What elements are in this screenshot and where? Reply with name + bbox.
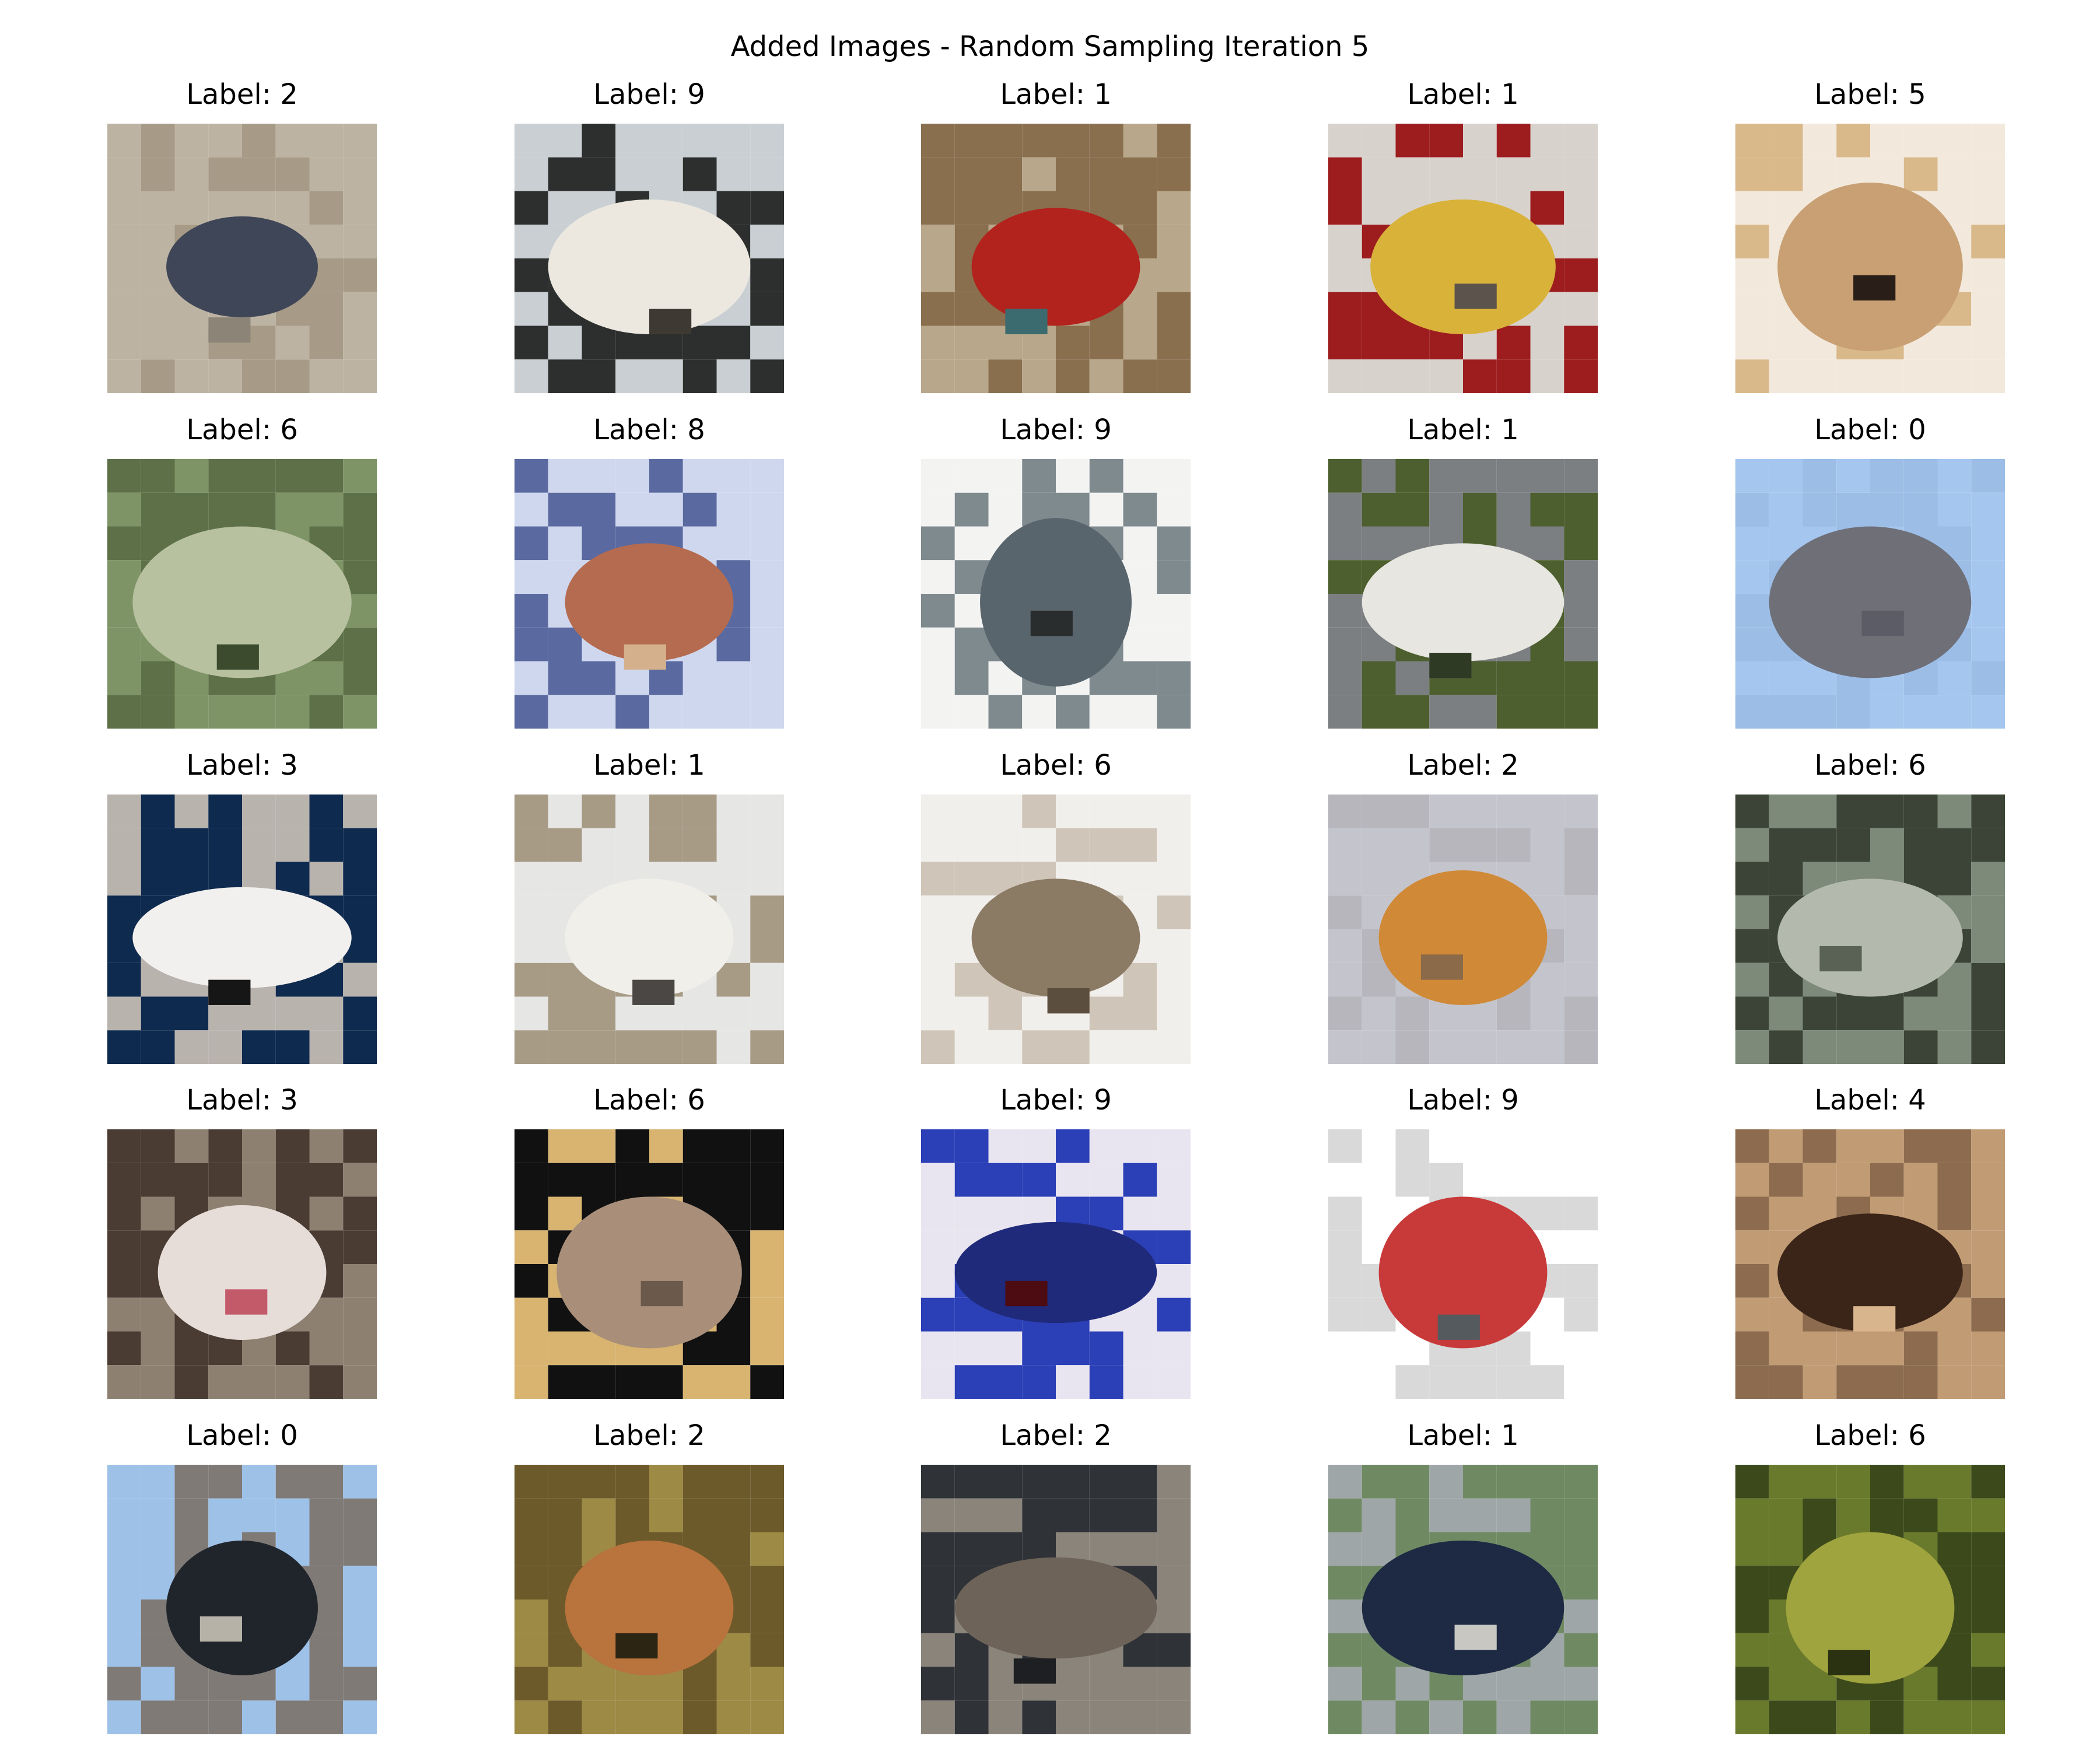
- sample-image: [514, 1129, 784, 1399]
- image-label-title: Label: 5: [1814, 78, 1926, 111]
- image-label-title: Label: 4: [1814, 1084, 1926, 1116]
- image-label-title: Label: 1: [1407, 414, 1519, 446]
- image-label-title: Label: 9: [1407, 1084, 1519, 1116]
- image-label-title: Label: 6: [1814, 1419, 1926, 1452]
- figure-title: Added Images - Random Sampling Iteration…: [730, 30, 1370, 63]
- sample-image: [1735, 124, 2005, 393]
- image-label-title: Label: 1: [1000, 78, 1112, 111]
- sample-image: [921, 124, 1191, 393]
- image-label-title: Label: 9: [593, 78, 705, 111]
- sample-image: [107, 1129, 377, 1399]
- image-label-title: Label: 9: [1000, 414, 1112, 446]
- sample-image: [921, 1129, 1191, 1399]
- sample-image: [1328, 1129, 1598, 1399]
- sample-image: [1328, 124, 1598, 393]
- sample-image: [1328, 794, 1598, 1064]
- image-label-title: Label: 1: [593, 749, 705, 782]
- image-label-title: Label: 1: [1407, 78, 1519, 111]
- sample-image: [1735, 459, 2005, 729]
- sample-image: [1735, 1129, 2005, 1399]
- sample-image: [921, 459, 1191, 729]
- sample-image: [514, 124, 784, 393]
- image-label-title: Label: 8: [593, 414, 705, 446]
- image-label-title: Label: 2: [1407, 749, 1519, 782]
- image-label-title: Label: 0: [1814, 414, 1926, 446]
- sample-image: [107, 124, 377, 393]
- image-label-title: Label: 2: [1000, 1419, 1112, 1452]
- sample-image: [921, 794, 1191, 1064]
- image-label-title: Label: 6: [186, 414, 298, 446]
- image-label-title: Label: 6: [1000, 749, 1112, 782]
- image-label-title: Label: 3: [186, 749, 298, 782]
- image-label-title: Label: 6: [1814, 749, 1926, 782]
- image-label-title: Label: 9: [1000, 1084, 1112, 1116]
- sample-image: [1328, 1465, 1598, 1734]
- sample-image: [921, 1465, 1191, 1734]
- sample-image: [107, 1465, 377, 1734]
- image-label-title: Label: 2: [186, 78, 298, 111]
- sample-image: [107, 459, 377, 729]
- sample-image: [514, 1465, 784, 1734]
- image-label-title: Label: 6: [593, 1084, 705, 1116]
- sample-image: [514, 794, 784, 1064]
- sample-image: [1735, 1465, 2005, 1734]
- sample-image: [1735, 794, 2005, 1064]
- image-label-title: Label: 3: [186, 1084, 298, 1116]
- image-label-title: Label: 2: [593, 1419, 705, 1452]
- sample-image: [107, 794, 377, 1064]
- image-label-title: Label: 0: [186, 1419, 298, 1452]
- sample-image: [1328, 459, 1598, 729]
- image-label-title: Label: 1: [1407, 1419, 1519, 1452]
- sample-image: [514, 459, 784, 729]
